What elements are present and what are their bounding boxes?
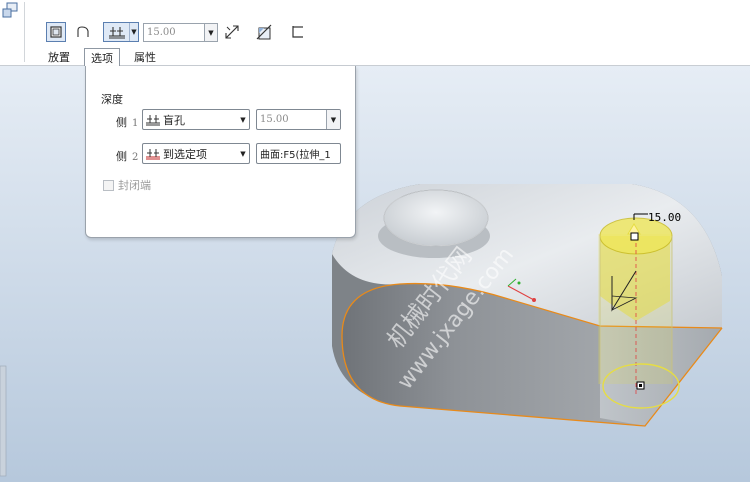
chevron-down-icon: ▼ xyxy=(204,24,217,41)
side1-depth-value[interactable]: 15.00 ▼ xyxy=(256,109,341,130)
surface-icon xyxy=(77,26,89,37)
side2-depth-select[interactable]: 到选定项 ▼ xyxy=(142,143,250,164)
capped-ends-label: 封闭端 xyxy=(118,179,151,192)
thicken-icon xyxy=(292,26,303,38)
blind-hole-icon xyxy=(146,114,160,125)
depth-value: 15.00 xyxy=(147,27,176,38)
part-model[interactable]: 15.00 xyxy=(332,184,723,427)
chevron-down-icon: ▼ xyxy=(240,149,246,158)
side1-type: 盲孔 xyxy=(163,113,185,127)
feature-icon xyxy=(2,2,20,20)
solid-button[interactable] xyxy=(46,22,66,42)
side2-reference-collector[interactable]: 曲面:F5(拉伸_1 xyxy=(256,143,341,164)
flip-direction-button[interactable] xyxy=(222,22,242,42)
tab-options[interactable]: 选项 xyxy=(84,48,120,66)
flip-direction-icon xyxy=(225,25,239,39)
side1-depth-select[interactable]: 盲孔 ▼ xyxy=(142,109,250,130)
side2-type: 到选定项 xyxy=(163,147,207,161)
capped-ends-checkbox[interactable]: 封闭端 xyxy=(103,177,151,193)
tab-properties[interactable]: 属性 xyxy=(128,48,162,66)
tab-label: 选项 xyxy=(91,51,113,65)
thicken-button[interactable] xyxy=(287,22,307,42)
depth-heading: 深度 xyxy=(101,93,123,106)
depth-type-dropdown[interactable]: ▼ xyxy=(103,22,139,42)
viewport-scrollbar[interactable] xyxy=(0,365,7,477)
remove-material-button[interactable] xyxy=(254,22,274,42)
remove-material-icon xyxy=(256,24,272,40)
solid-icon xyxy=(50,26,62,38)
toolbar-separator xyxy=(24,2,25,62)
chevron-down-icon: ▼ xyxy=(240,115,246,124)
tab-placement[interactable]: 放置 xyxy=(42,48,76,66)
surface-button[interactable] xyxy=(73,22,93,42)
options-panel: 深度 侧1 盲孔 ▼ 15.00 ▼ 侧2 到选定项 ▼ 曲面:F5(拉伸_1 … xyxy=(85,66,356,238)
checkbox-box xyxy=(103,179,114,191)
chevron-down-icon: ▼ xyxy=(326,110,340,129)
side2-label: 侧2 xyxy=(116,150,139,163)
up-to-selected-icon xyxy=(146,148,160,159)
side1-label: 侧1 xyxy=(116,116,139,129)
csys-marker xyxy=(517,281,521,285)
tab-label: 属性 xyxy=(134,51,156,64)
cylinder-preview: 15.00 xyxy=(598,211,681,409)
tab-label: 放置 xyxy=(48,51,70,64)
depth-value-combo[interactable]: 15.00 ▼ xyxy=(143,23,218,42)
chevron-down-icon: ▼ xyxy=(131,28,137,36)
depth-dimension-label[interactable]: 15.00 xyxy=(648,211,681,224)
blind-hole-icon xyxy=(108,27,125,39)
